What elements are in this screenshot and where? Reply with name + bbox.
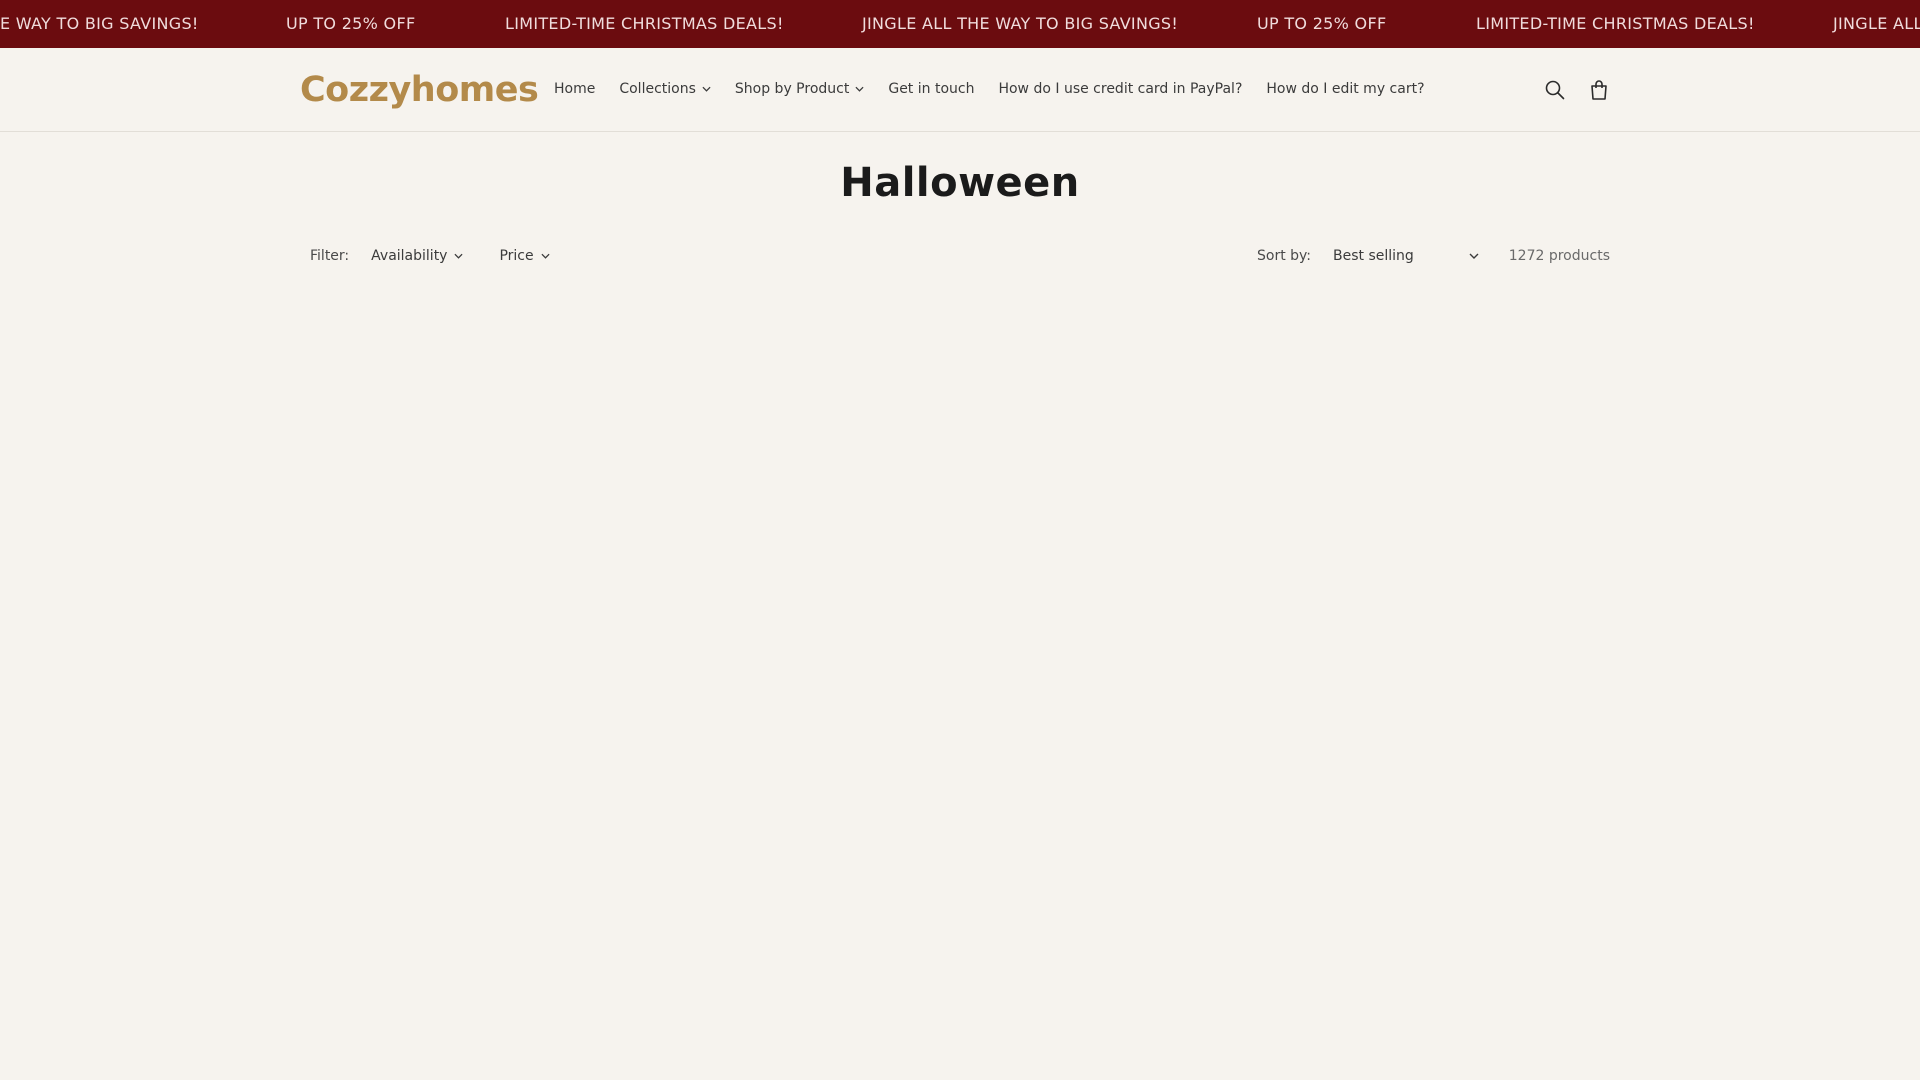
sort-select[interactable]: Best selling <box>1333 248 1479 264</box>
nav-item-label: Collections <box>619 81 696 97</box>
product-count: 1272 products <box>1508 248 1610 264</box>
announcement-item: JINGLE ALL THE WAY TO BIG SAVINGS! <box>862 14 1179 33</box>
site-header: Cozzyhomes Home Collections Shop by Prod… <box>0 48 1920 132</box>
nav-item-label: Home <box>554 81 596 97</box>
logo-text: Cozzyhomes <box>300 70 539 110</box>
nav-item-label: Get in touch <box>888 81 975 97</box>
nav-item-label: How do I use credit card in PayPal? <box>998 81 1243 97</box>
logo[interactable]: Cozzyhomes <box>300 66 539 110</box>
nav-item-paypal-help[interactable]: How do I use credit card in PayPal? <box>998 81 1242 97</box>
nav-item-edit-cart-help[interactable]: How do I edit my cart? <box>1266 81 1424 97</box>
sort-label: Sort by: <box>1257 248 1312 264</box>
filter-bar: Filter: Availability Price <box>310 248 586 264</box>
nav-item-shop-by-product[interactable]: Shop by Product <box>735 81 864 97</box>
announcement-item: E WAY TO BIG SAVINGS! <box>0 14 199 33</box>
announcement-item: UP TO 25% OFF <box>286 14 416 33</box>
chevron-down-icon <box>855 86 864 92</box>
filter-price-label: Price <box>499 248 534 264</box>
filter-availability[interactable]: Availability <box>371 248 464 264</box>
cart-icon[interactable] <box>1587 78 1611 102</box>
nav-item-label: Shop by Product <box>734 81 850 97</box>
nav-item-home[interactable]: Home <box>554 81 595 97</box>
announcement-bar: E WAY TO BIG SAVINGS! UP TO 25% OFF LIMI… <box>0 0 1920 48</box>
chevron-down-icon <box>1469 253 1479 259</box>
announcement-item: LIMITED-TIME CHRISTMAS DEALS! <box>505 14 784 33</box>
announcement-item: UP TO 25% OFF <box>1257 14 1387 33</box>
chevron-down-icon <box>702 86 711 92</box>
page-title: Halloween <box>840 160 1080 206</box>
nav-item-get-in-touch[interactable]: Get in touch <box>888 81 974 97</box>
search-icon[interactable] <box>1543 78 1567 102</box>
chevron-down-icon <box>541 253 550 259</box>
announcement-item: JINGLE ALL <box>1833 14 1920 33</box>
filter-price[interactable]: Price <box>499 248 550 264</box>
nav-item-label: How do I edit my cart? <box>1266 81 1425 97</box>
main-nav: Home Collections Shop by Product Get in … <box>554 81 1449 97</box>
nav-item-collections[interactable]: Collections <box>619 81 711 97</box>
filter-label: Filter: <box>310 248 350 264</box>
sort-bar: Sort by: Best selling <box>1257 248 1479 264</box>
sort-select-value: Best selling <box>1333 248 1414 264</box>
chevron-down-icon <box>454 253 464 259</box>
announcement-item: LIMITED-TIME CHRISTMAS DEALS! <box>1476 14 1755 33</box>
filter-availability-label: Availability <box>371 248 448 264</box>
